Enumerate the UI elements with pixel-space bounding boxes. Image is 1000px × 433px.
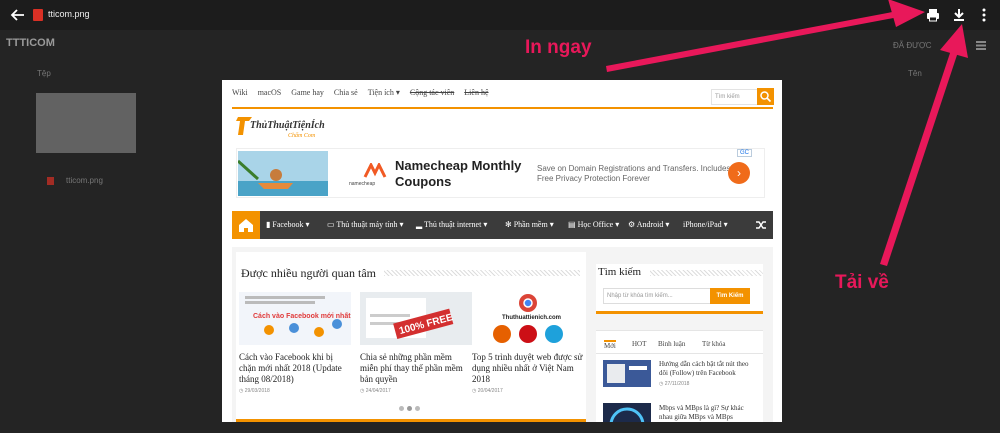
tab-hot[interactable]: HOT xyxy=(632,340,646,348)
viewer-toolbar: tticom.png xyxy=(0,0,1000,30)
tab-new[interactable]: Mới xyxy=(604,340,616,350)
download-icon[interactable] xyxy=(951,7,967,23)
search-icon[interactable] xyxy=(757,88,774,105)
svg-text:Cách vào Facebook mới nhất: Cách vào Facebook mới nhất xyxy=(253,312,351,320)
shuffle-icon[interactable] xyxy=(755,219,767,231)
tab-item-thumbnail[interactable] xyxy=(603,403,651,422)
sidebar-tabs: Mới HOT Bình luận Từ khóa Hướng dẫn cách… xyxy=(596,330,763,422)
image-preview: Wiki macOS Game hay Chia sẻ Tiện ích ▾ C… xyxy=(222,80,782,422)
svg-text:Thuthuattienich.com: Thuthuattienich.com xyxy=(502,315,561,321)
browser-logos-icon: Thuthuattienich.com xyxy=(472,292,584,345)
ad-title[interactable]: Namecheap Monthly Coupons xyxy=(395,158,535,190)
svg-text:Chấm Com: Chấm Com xyxy=(288,132,316,139)
sidebar-title: Tìm kiếm xyxy=(598,266,642,278)
tab-item-date: ◷ 27/11/2018 xyxy=(659,381,690,387)
main-nav-item[interactable]: ⚙ Android ▾ xyxy=(628,220,669,229)
background-corner-text: ĐÃ ĐƯỢC xyxy=(893,41,932,50)
background-column-label: Tên xyxy=(908,69,922,78)
popular-panel: Được nhiều người quan tâm Cách vào Faceb… xyxy=(236,252,586,422)
more-options-icon[interactable] xyxy=(976,7,992,23)
tab-keywords[interactable]: Từ khóa xyxy=(702,340,725,348)
panel-title: Được nhiều người quan tâm xyxy=(241,266,377,280)
article-title[interactable]: Chia sẻ những phần mềm miễn phí thay thế… xyxy=(360,352,472,385)
main-nav-item[interactable]: ▤ Học Office ▾ xyxy=(568,220,619,229)
article-thumbnail-image: 100% FREE xyxy=(360,292,472,345)
site-logo[interactable]: ThủThuậtTiệnÍch Chấm Com xyxy=(236,114,332,140)
back-arrow-icon[interactable] xyxy=(10,7,26,23)
site-search-input[interactable]: Tìm kiếm xyxy=(711,89,759,105)
ad-banner[interactable]: namecheap Namecheap Monthly Coupons Save… xyxy=(236,148,765,198)
print-icon[interactable] xyxy=(925,7,941,23)
main-nav-item[interactable]: ▭ Thủ thuật máy tính ▾ xyxy=(327,220,404,229)
main-nav-item[interactable]: ✻ Phần mềm ▾ xyxy=(505,220,554,229)
nav-item[interactable]: Tiện ích ▾ xyxy=(368,88,400,104)
article-thumbnail[interactable]: Thuthuattienich.com xyxy=(472,292,584,345)
home-icon[interactable] xyxy=(232,211,260,239)
article-title[interactable]: Cách vào Facebook khi bị chặn mới nhất 2… xyxy=(239,352,351,385)
sidebar-search: Tìm kiếm Nhập từ khóa tìm kiếm... Tìm Ki… xyxy=(596,264,763,314)
divider xyxy=(232,107,773,109)
main-nav: ▮ Facebook ▾ ▭ Thủ thuật máy tính ▾ ▂ Th… xyxy=(232,211,773,239)
carousel-dots xyxy=(399,406,420,411)
print-annotation: In ngay xyxy=(525,37,592,58)
article-title[interactable]: Top 5 trình duyệt web được sử dụng nhiều… xyxy=(472,352,584,385)
namecheap-logo-icon xyxy=(363,163,387,178)
ad-description: Save on Domain Registrations and Transfe… xyxy=(537,164,731,183)
main-nav-item[interactable]: iPhone/iPad ▾ xyxy=(683,220,728,229)
download-annotation: Tải về xyxy=(835,272,889,293)
divider xyxy=(384,270,580,276)
main-nav-item[interactable]: ▮ Facebook ▾ xyxy=(266,220,310,229)
background-title: TTTICOM xyxy=(6,37,55,49)
article-card[interactable]: Cách vào Facebook mới nhất Cách vào Face… xyxy=(239,292,351,394)
article-thumbnail[interactable]: Cách vào Facebook mới nhất xyxy=(239,292,351,345)
svg-text:ThủThuậtTiệnÍch: ThủThuậtTiệnÍch xyxy=(250,119,325,131)
image-file-icon xyxy=(47,177,54,185)
arrow-to-download-icon xyxy=(880,24,968,266)
file-name: tticom.png xyxy=(48,9,90,19)
nav-item[interactable]: Liên hệ xyxy=(464,88,488,104)
carousel-dot[interactable] xyxy=(407,406,412,411)
nav-item[interactable]: Chia sẻ xyxy=(334,88,358,104)
main-nav-item[interactable]: ▂ Thủ thuật internet ▾ xyxy=(416,220,487,229)
ad-illustration xyxy=(238,151,328,196)
image-file-icon xyxy=(33,9,43,21)
article-date: ◷ 24/04/2017 xyxy=(360,388,391,394)
carousel-dot[interactable] xyxy=(399,406,404,411)
tab-item-title[interactable]: Hướng dẫn cách bật tắt nút theo dõi (Fol… xyxy=(659,360,759,378)
ad-choices-badge[interactable]: GC xyxy=(737,149,752,157)
article-date: ◷ 20/04/2017 xyxy=(472,388,503,394)
nav-item[interactable]: Cộng tác viên xyxy=(410,88,454,104)
nav-item[interactable]: macOS xyxy=(258,88,282,104)
article-thumbnail[interactable]: 100% FREE xyxy=(360,292,472,345)
carousel-dot[interactable] xyxy=(415,406,420,411)
background-file-name[interactable]: tticom.png xyxy=(66,176,103,185)
ad-brand: namecheap xyxy=(349,181,376,187)
divider xyxy=(596,353,763,354)
article-card[interactable]: 100% FREE Chia sẻ những phần mềm miễn ph… xyxy=(360,292,472,394)
sidebar-search-input[interactable]: Nhập từ khóa tìm kiếm... xyxy=(603,288,711,304)
tab-comments[interactable]: Bình luận xyxy=(658,340,685,348)
article-thumbnail-image: Cách vào Facebook mới nhất xyxy=(239,292,351,345)
tab-item-thumbnail[interactable] xyxy=(603,360,651,387)
tab-item-title[interactable]: Mbps và MBps là gì? Sự khác nhau giữa MB… xyxy=(659,404,759,422)
sidebar-search-button[interactable]: Tìm Kiếm xyxy=(710,288,750,304)
background-column-label: Tệp xyxy=(37,69,51,78)
nav-item[interactable]: Wiki xyxy=(232,88,248,104)
nav-item[interactable]: Game hay xyxy=(291,88,324,104)
article-card[interactable]: Thuthuattienich.com Top 5 trình duyệt we… xyxy=(472,292,584,394)
background-thumbnail[interactable] xyxy=(36,93,136,153)
divider xyxy=(650,270,763,276)
ad-go-button[interactable]: › xyxy=(728,162,750,184)
list-view-icon[interactable] xyxy=(976,41,986,50)
article-date: ◷ 29/03/2018 xyxy=(239,388,270,394)
top-nav: Wiki macOS Game hay Chia sẻ Tiện ích ▾ C… xyxy=(232,88,489,104)
